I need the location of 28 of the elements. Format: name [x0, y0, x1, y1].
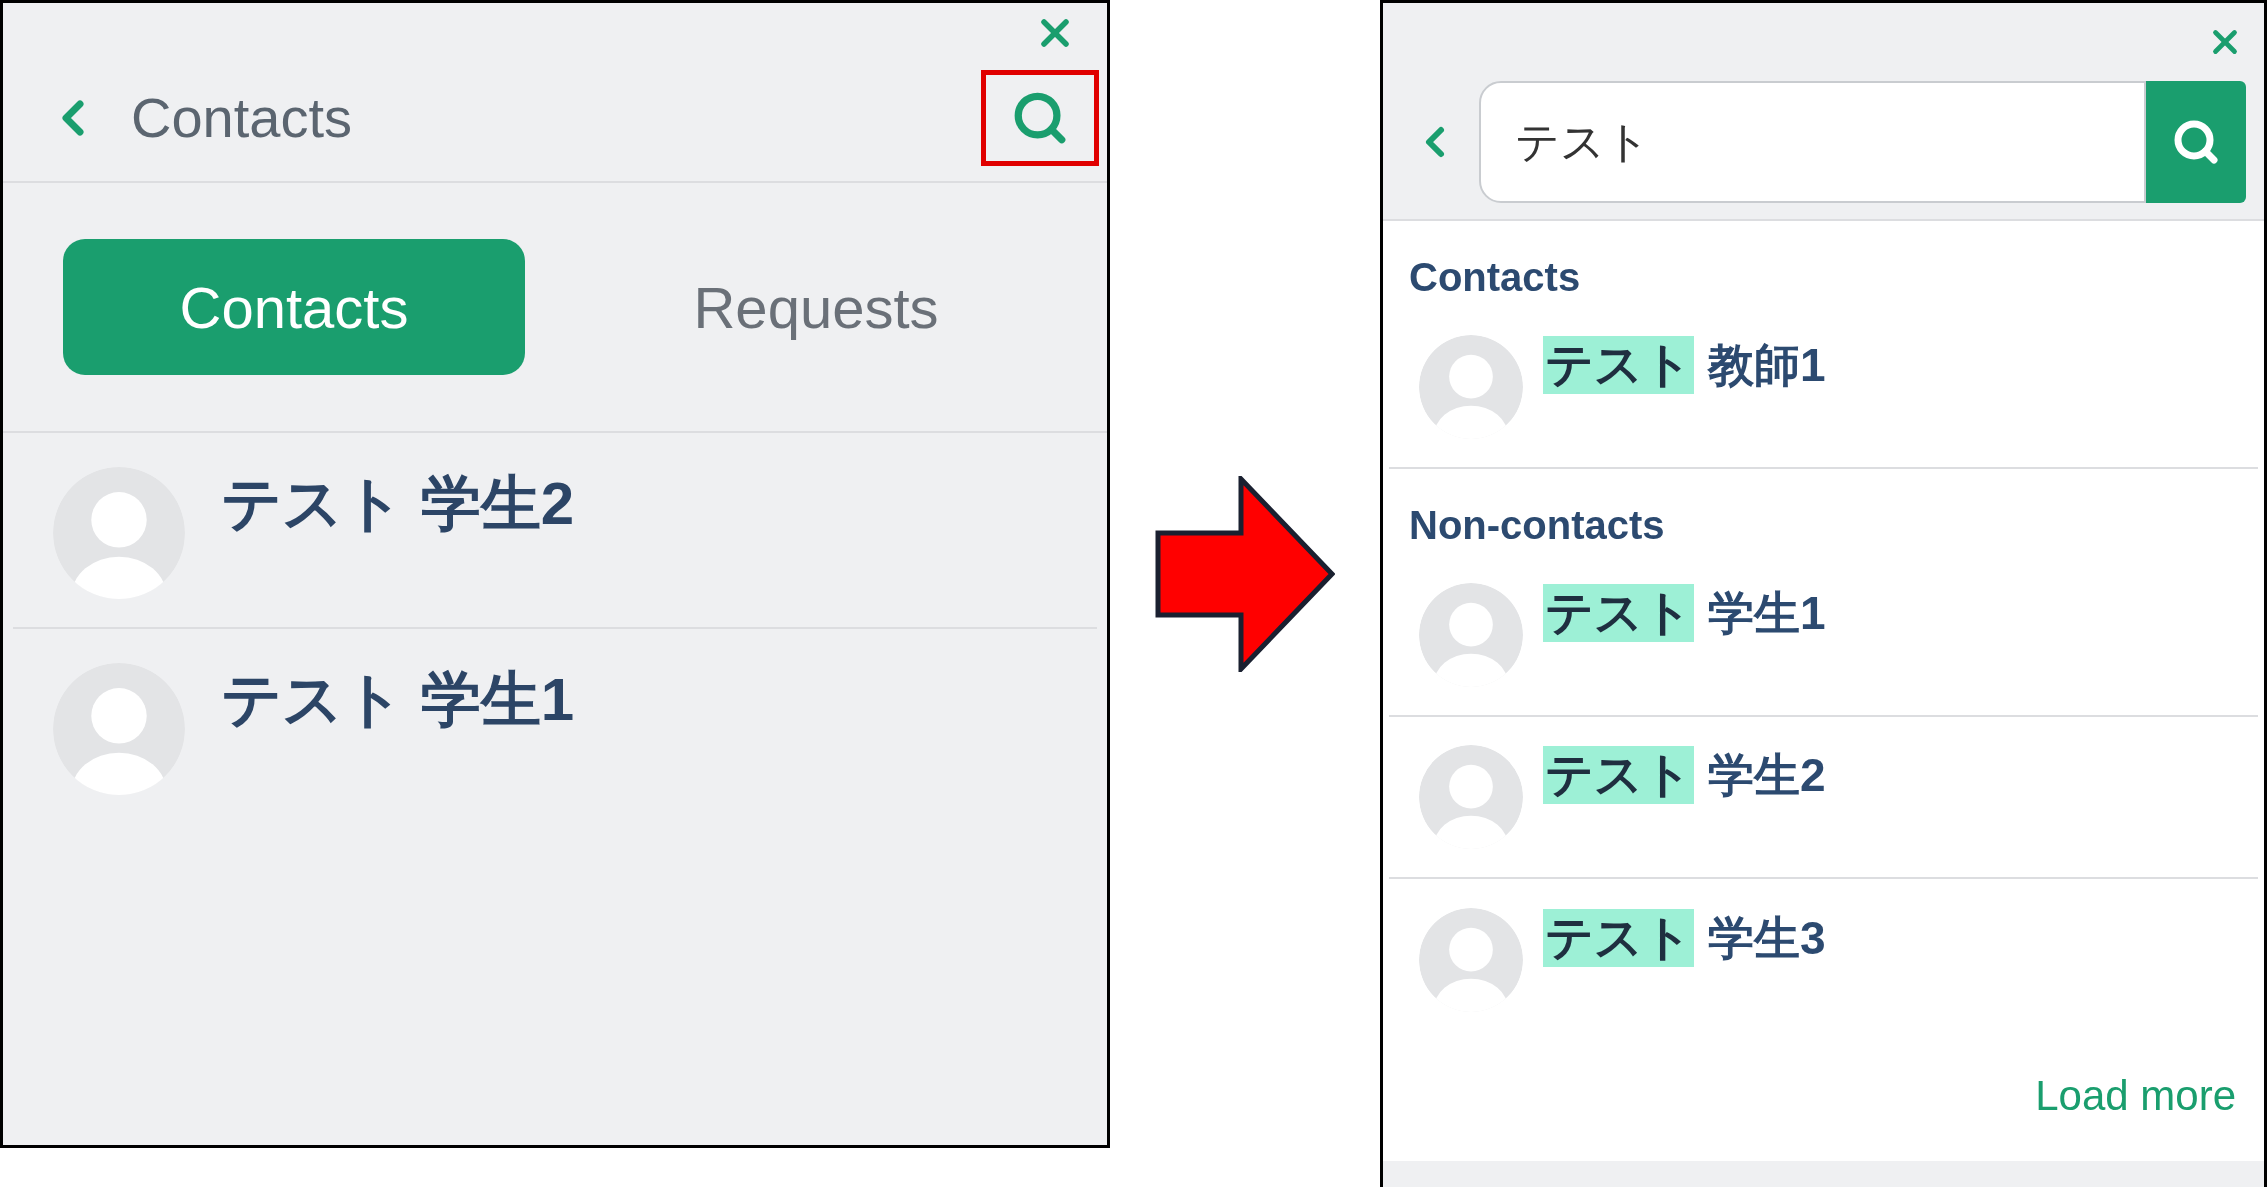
contact-name: 学生1: [1708, 585, 1826, 641]
contact-name: 学生2: [1708, 747, 1826, 803]
contact-name[interactable]: テスト 学生1: [221, 655, 575, 745]
search-button[interactable]: [981, 70, 1099, 166]
contact-name: 学生3: [1708, 910, 1826, 966]
avatar-icon: [1419, 335, 1523, 439]
section-heading: Contacts: [1408, 254, 1582, 301]
search-button[interactable]: [2146, 81, 2246, 203]
match-highlight: テスト: [1543, 584, 1694, 642]
contact-name[interactable]: テスト 学生2: [221, 459, 575, 549]
match-highlight: テスト: [1543, 746, 1694, 804]
tab[interactable]: Requests: [585, 239, 1047, 375]
avatar-icon: [1419, 745, 1523, 849]
search-icon: [2172, 118, 2220, 166]
contact-name: 教師1: [1708, 337, 1826, 393]
search-result[interactable]: テスト 学生1: [1543, 578, 1826, 648]
match-highlight: テスト: [1543, 909, 1694, 967]
search-result[interactable]: テスト 学生2: [1543, 740, 1826, 810]
header-title: Contacts: [131, 85, 352, 151]
avatar-icon: [1419, 583, 1523, 687]
match-highlight: テスト: [1543, 336, 1694, 394]
search-result[interactable]: テスト 学生3: [1543, 903, 1826, 973]
avatar-icon: [53, 663, 185, 795]
avatar-icon: [1419, 908, 1523, 1012]
search-field[interactable]: テスト: [1479, 81, 2146, 203]
section-heading: Non-contacts: [1408, 502, 1666, 549]
avatar-icon: [53, 467, 185, 599]
search-result[interactable]: テスト 教師1: [1543, 330, 1826, 400]
